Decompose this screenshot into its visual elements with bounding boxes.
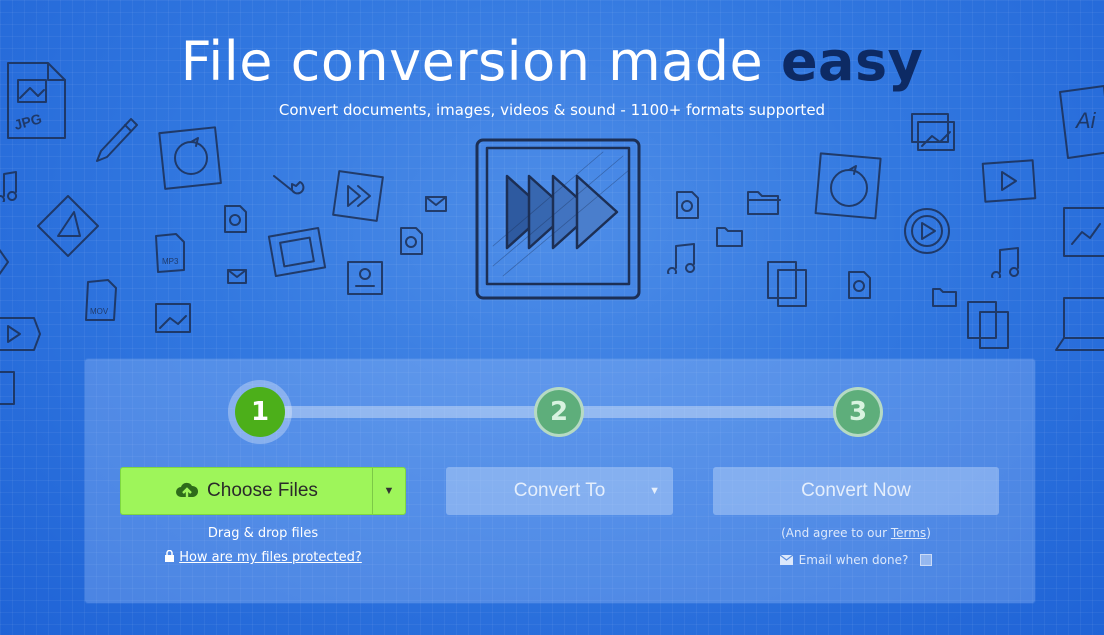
mail-icon-small (227, 269, 247, 284)
edge-doc-icon (0, 371, 15, 405)
ai-file-icon: Ai (1059, 85, 1104, 159)
play-tab-icon (0, 317, 41, 351)
drag-drop-hint: Drag & drop files (207, 526, 319, 541)
play-circle-icon (904, 208, 950, 254)
pencil-icon (96, 118, 138, 162)
doc-file-icon-right (676, 191, 699, 219)
email-when-done-checkbox[interactable] (920, 554, 933, 566)
doc-file-icon (224, 205, 247, 233)
caret-down-icon: ▼ (649, 485, 660, 497)
clipboard-icon-right (967, 301, 1009, 349)
hero-title: File conversion made easy (0, 30, 1104, 93)
folder-icon-right (932, 288, 957, 307)
step-3-indicator: 3 (833, 387, 883, 437)
music-note-icon-center (667, 243, 696, 274)
convert-now-label: Convert Now (801, 480, 911, 501)
doc-refresh-icon (400, 227, 423, 255)
mov-file-icon: MOV (85, 279, 117, 321)
chart-card-icon (1063, 207, 1104, 257)
folder-icon-small (716, 227, 743, 247)
convert-now-button[interactable]: Convert Now (713, 467, 999, 515)
step-2-indicator: 2 (534, 387, 584, 437)
choose-files-label: Choose Files (207, 480, 318, 501)
doc-refresh-icon-right (848, 271, 871, 299)
svg-text:MP3: MP3 (162, 257, 179, 266)
conversion-panel: 1 2 3 Choose Files ▼ Drag & drop files H… (85, 359, 1035, 603)
terms-link[interactable]: Terms (891, 526, 926, 540)
choose-files-group: Choose Files ▼ (120, 467, 406, 515)
email-when-done-label: Email when done? (798, 553, 909, 567)
terms-prefix: (And agree to our (781, 526, 891, 540)
clipboard-icon (767, 261, 807, 307)
fast-forward-hero-icon (475, 138, 641, 300)
mail-icon (425, 196, 447, 212)
wrench-icon (273, 175, 305, 195)
hero-title-main: File conversion made (180, 30, 781, 93)
hero-subtitle: Convert documents, images, videos & soun… (278, 101, 826, 119)
laptop-icon (1055, 297, 1104, 351)
music-note-icon (0, 171, 18, 202)
media-card-icon (332, 170, 384, 222)
folder-icon (747, 191, 781, 215)
convert-to-button[interactable]: Convert To ▼ (446, 467, 673, 515)
choose-files-button[interactable]: Choose Files (121, 468, 372, 514)
email-when-done-row: Email when done? (713, 553, 999, 567)
convert-to-label: Convert To (513, 480, 606, 501)
terms-notice: (And agree to our Terms) (713, 526, 999, 540)
files-protected-link[interactable]: How are my files protected? (179, 550, 362, 565)
choose-files-dropdown[interactable]: ▼ (372, 468, 405, 514)
music-note-icon-right (991, 247, 1020, 278)
image-card-icon (155, 303, 191, 333)
step-1-indicator: 1 (235, 387, 285, 437)
film-strip-icon (267, 226, 327, 278)
hero-title-accent: easy (780, 30, 924, 93)
refresh-card-icon (158, 126, 222, 190)
edge-play-icon (0, 248, 9, 276)
cloud-upload-icon (176, 482, 199, 499)
caret-down-icon: ▼ (383, 485, 395, 497)
envelope-icon (779, 555, 793, 565)
svg-text:MOV: MOV (90, 307, 109, 316)
files-protected-row: How are my files protected? (120, 550, 406, 565)
lock-icon (165, 550, 175, 562)
video-card-icon (981, 159, 1037, 203)
profile-card-icon (347, 261, 383, 295)
mp3-file-icon: MP3 (155, 233, 185, 273)
terms-suffix: ) (926, 526, 931, 540)
diamond-play-icon (37, 195, 99, 257)
refresh-card-icon-right (814, 152, 882, 220)
